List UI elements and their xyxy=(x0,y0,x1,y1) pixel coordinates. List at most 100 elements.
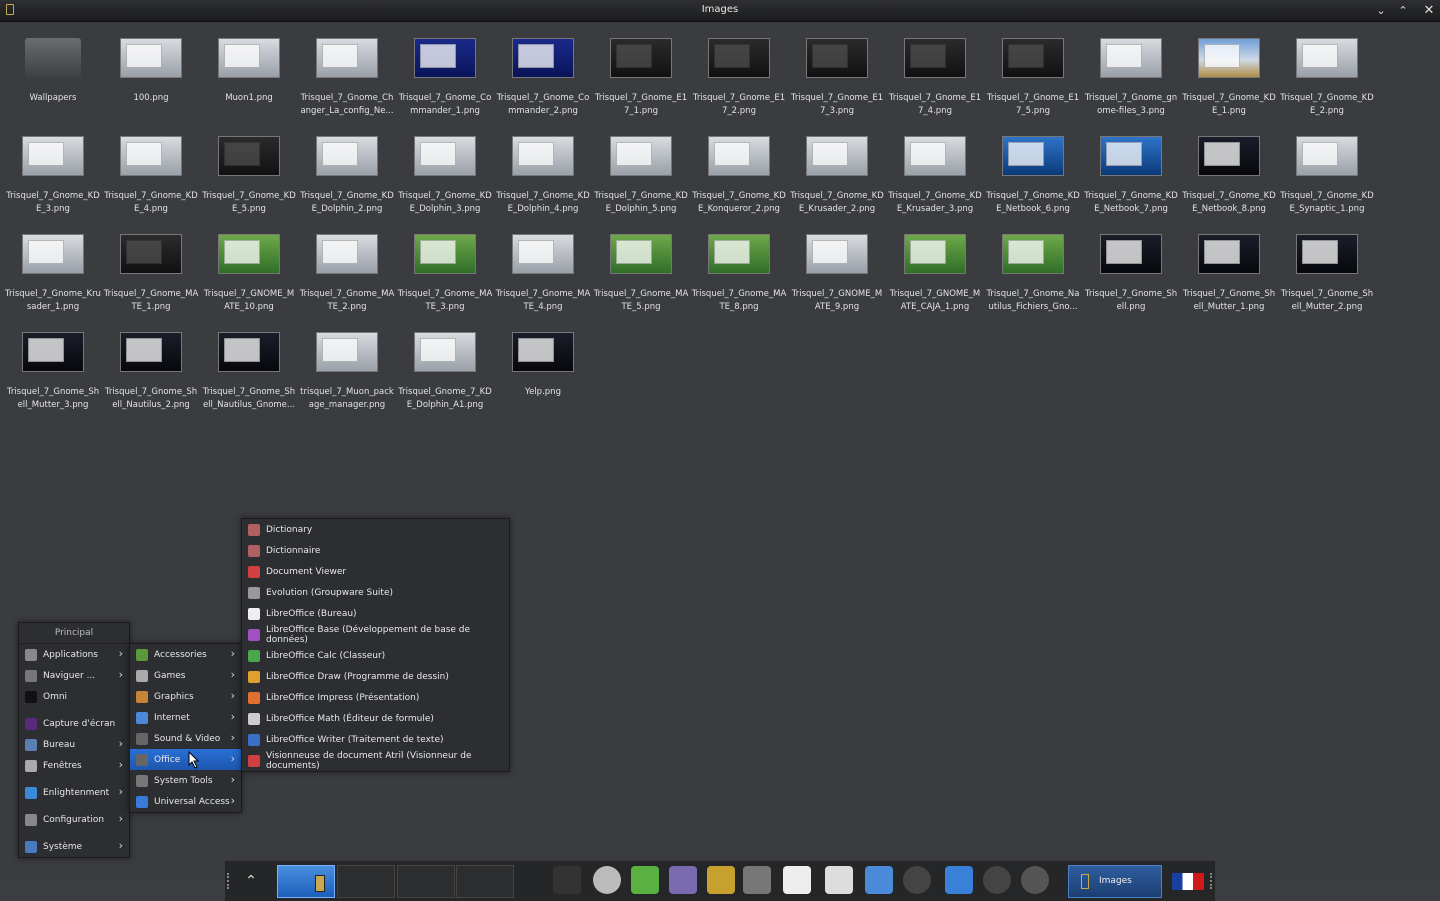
desktop-pager-1[interactable] xyxy=(277,865,335,898)
task-images[interactable]: Images xyxy=(1068,865,1162,898)
menu-item[interactable]: Bureau › xyxy=(19,734,129,755)
file-item[interactable]: Trisquel_7_Gnome_KDE_Netbook_7.png xyxy=(1082,136,1180,234)
menu-item[interactable]: LibreOffice Draw (Programme de dessin) xyxy=(242,666,509,687)
mixer-icon[interactable] xyxy=(1021,866,1049,894)
menu-item[interactable]: LibreOffice Base (Développement de base … xyxy=(242,624,509,645)
menu-item[interactable]: LibreOffice Impress (Présentation) xyxy=(242,687,509,708)
file-item[interactable]: Trisquel_7_Gnome_KDE_Netbook_8.png xyxy=(1180,136,1278,234)
terminal-icon[interactable] xyxy=(553,866,581,894)
speaker-icon[interactable] xyxy=(707,866,735,894)
file-item[interactable]: Trisquel_7_Gnome_E17_5.png xyxy=(984,38,1082,136)
menu-item[interactable]: System Tools › xyxy=(130,770,241,791)
file-item[interactable]: Trisquel_Gnome_7_KDE_Dolphin_A1.png xyxy=(396,332,494,430)
gauge-icon[interactable] xyxy=(903,866,931,894)
maximize-button[interactable]: ⌃ xyxy=(1394,1,1412,20)
menu-item[interactable]: Système › xyxy=(19,836,129,857)
file-item[interactable]: Trisquel_7_Gnome_KDE_Synaptic_1.png xyxy=(1278,136,1376,234)
file-item[interactable]: Trisquel_7_GNOME_MATE_9.png xyxy=(788,234,886,332)
menu-item[interactable]: Applications › xyxy=(19,644,129,665)
menu-item[interactable]: Fenêtres › xyxy=(19,755,129,776)
window-titlebar[interactable]: Images ⌄ ⌃ ✕ xyxy=(0,0,1440,22)
file-item[interactable]: trisquel_7_Muon_package_manager.png xyxy=(298,332,396,430)
file-item[interactable]: Trisquel_7_Gnome_Commander_2.png xyxy=(494,38,592,136)
file-item[interactable]: Trisquel_7_Gnome_Shell_Mutter_1.png xyxy=(1180,234,1278,332)
menu-item[interactable]: Omni xyxy=(19,686,129,707)
leaf-icon[interactable] xyxy=(631,866,659,894)
file-item[interactable]: Trisquel_7_Gnome_KDE_3.png xyxy=(4,136,102,234)
menu-item[interactable]: Dictionary xyxy=(242,519,509,540)
file-item[interactable]: Trisquel_7_Gnome_KDE_Konqueror_2.png xyxy=(690,136,788,234)
file-item[interactable]: Trisquel_7_Gnome_MATE_2.png xyxy=(298,234,396,332)
file-item[interactable]: Trisquel_7_Gnome_Shell_Mutter_3.png xyxy=(4,332,102,430)
file-item[interactable]: Trisquel_7_Gnome_MATE_5.png xyxy=(592,234,690,332)
menu-item[interactable]: Visionneuse de document Atril (Visionneu… xyxy=(242,750,509,771)
file-item[interactable]: Trisquel_7_Gnome_Changer_La_config_Ne... xyxy=(298,38,396,136)
pidgin-icon[interactable] xyxy=(669,866,697,894)
file-item[interactable]: Trisquel_7_Gnome_KDE_Krusader_3.png xyxy=(886,136,984,234)
file-item[interactable]: Trisquel_7_Gnome_E17_2.png xyxy=(690,38,788,136)
compass-icon[interactable] xyxy=(983,866,1011,894)
menu-item[interactable]: Document Viewer xyxy=(242,561,509,582)
file-item[interactable]: Trisquel_7_Gnome_KDE_Netbook_6.png xyxy=(984,136,1082,234)
minimize-button[interactable]: ⌄ xyxy=(1372,1,1390,20)
menu-item[interactable]: LibreOffice Math (Éditeur de formule) xyxy=(242,708,509,729)
file-item[interactable]: Trisquel_7_Gnome_Shell.png xyxy=(1082,234,1180,332)
menu-item[interactable]: Office › xyxy=(130,749,241,770)
thermometer-icon[interactable] xyxy=(865,866,893,894)
file-item[interactable]: Trisquel_7_Gnome_Shell_Nautilus_Gnome... xyxy=(200,332,298,430)
menu-item[interactable]: LibreOffice (Bureau) xyxy=(242,603,509,624)
file-item[interactable]: Trisquel_7_Gnome_KDE_Dolphin_5.png xyxy=(592,136,690,234)
gimp-icon[interactable] xyxy=(743,866,771,894)
file-item[interactable]: Trisquel_7_Gnome_KDE_2.png xyxy=(1278,38,1376,136)
file-item[interactable]: Trisquel_7_Gnome_MATE_4.png xyxy=(494,234,592,332)
menu-item[interactable]: Dictionnaire xyxy=(242,540,509,561)
file-item[interactable]: Trisquel_7_Gnome_E17_3.png xyxy=(788,38,886,136)
file-item[interactable]: Trisquel_7_GNOME_MATE_10.png xyxy=(200,234,298,332)
france-flag-icon[interactable] xyxy=(1172,873,1204,890)
file-item[interactable]: Trisquel_7_Gnome_KDE_Krusader_2.png xyxy=(788,136,886,234)
file-item[interactable]: Muon1.png xyxy=(200,38,298,136)
file-item[interactable]: Trisquel_7_Gnome_KDE_Dolphin_2.png xyxy=(298,136,396,234)
menu-item[interactable]: Enlightenment › xyxy=(19,782,129,803)
bulb-icon[interactable] xyxy=(825,866,853,894)
file-item[interactable]: Trisquel_7_Gnome_Commander_1.png xyxy=(396,38,494,136)
menu-item[interactable]: LibreOffice Writer (Traitement de texte) xyxy=(242,729,509,750)
file-item[interactable]: Trisquel_7_Gnome_MATE_3.png xyxy=(396,234,494,332)
file-item[interactable]: Trisquel_7_Gnome_Shell_Nautilus_2.png xyxy=(102,332,200,430)
close-button[interactable]: ✕ xyxy=(1420,1,1438,20)
menu-item[interactable]: Internet › xyxy=(130,707,241,728)
file-item[interactable]: Trisquel_7_Gnome_KDE_5.png xyxy=(200,136,298,234)
desktop-pager-3[interactable] xyxy=(397,865,455,898)
document-icon[interactable] xyxy=(783,866,811,894)
taskbar-handle[interactable] xyxy=(227,873,232,889)
menu-item[interactable]: Configuration › xyxy=(19,809,129,830)
file-item[interactable]: Trisquel_7_Gnome_MATE_1.png xyxy=(102,234,200,332)
desktop-pager-2[interactable] xyxy=(337,865,395,898)
file-item[interactable]: Yelp.png xyxy=(494,332,592,430)
clipboard-icon[interactable] xyxy=(945,866,973,894)
menu-item[interactable]: Sound & Video › xyxy=(130,728,241,749)
desktop-pager-4[interactable] xyxy=(456,865,514,898)
file-item[interactable]: Trisquel_7_Gnome_Nautilus_Fichiers_Gno..… xyxy=(984,234,1082,332)
file-item[interactable]: Trisquel_7_Gnome_Krusader_1.png xyxy=(4,234,102,332)
menu-item[interactable]: Naviguer ... › xyxy=(19,665,129,686)
menu-item[interactable]: Capture d'écran xyxy=(19,713,129,734)
file-item[interactable]: Trisquel_7_Gnome_KDE_4.png xyxy=(102,136,200,234)
file-item[interactable]: Trisquel_7_Gnome_Shell_Mutter_2.png xyxy=(1278,234,1376,332)
clock-icon[interactable] xyxy=(593,866,621,894)
file-item[interactable]: Wallpapers xyxy=(4,38,102,136)
file-item[interactable]: Trisquel_7_GNOME_MATE_CAJA_1.png xyxy=(886,234,984,332)
menu-item[interactable]: Games › xyxy=(130,665,241,686)
file-item[interactable]: Trisquel_7_Gnome_gnome-files_3.png xyxy=(1082,38,1180,136)
file-item[interactable]: Trisquel_7_Gnome_KDE_Dolphin_4.png xyxy=(494,136,592,234)
file-item[interactable]: Trisquel_7_Gnome_MATE_8.png xyxy=(690,234,788,332)
file-item[interactable]: Trisquel_7_Gnome_KDE_Dolphin_3.png xyxy=(396,136,494,234)
taskbar-handle-right[interactable] xyxy=(1210,873,1214,889)
menu-item[interactable]: Accessories › xyxy=(130,644,241,665)
menu-item[interactable]: Evolution (Groupware Suite) xyxy=(242,582,509,603)
file-item[interactable]: Trisquel_7_Gnome_E17_1.png xyxy=(592,38,690,136)
menu-item[interactable]: Graphics › xyxy=(130,686,241,707)
menu-item[interactable]: LibreOffice Calc (Classeur) xyxy=(242,645,509,666)
file-item[interactable]: 100.png xyxy=(102,38,200,136)
menu-item[interactable]: Universal Access › xyxy=(130,791,241,812)
